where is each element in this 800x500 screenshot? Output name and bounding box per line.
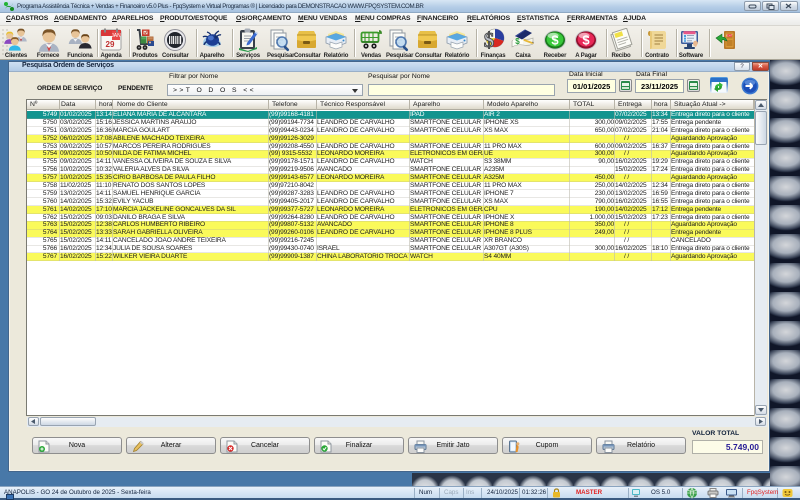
svg-text:JAN: JAN xyxy=(111,33,121,39)
svg-text:EXIT: EXIT xyxy=(726,34,733,38)
svg-text:$: $ xyxy=(484,28,495,52)
svg-text:$: $ xyxy=(515,37,520,46)
svg-text:29: 29 xyxy=(106,40,115,49)
svg-text:$: $ xyxy=(582,33,590,48)
svg-text:$: $ xyxy=(551,33,559,48)
